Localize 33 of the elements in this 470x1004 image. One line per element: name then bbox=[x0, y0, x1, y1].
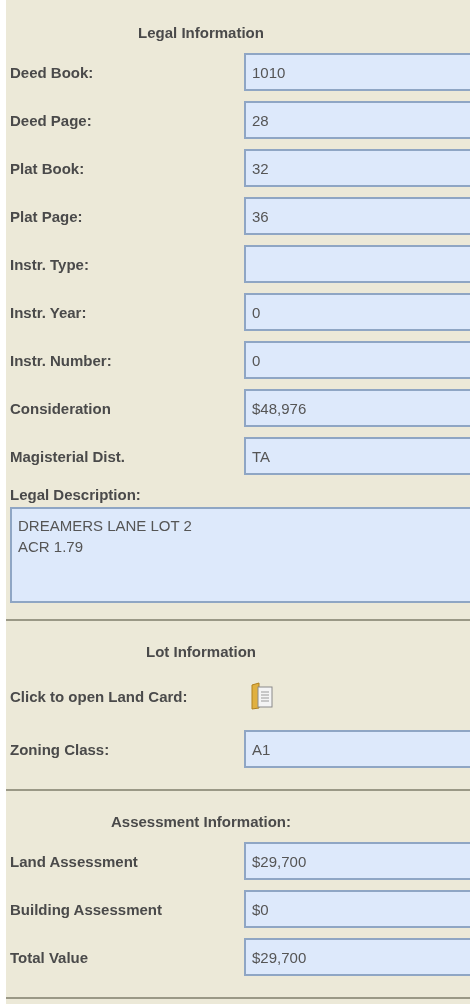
field-label: Building Assessment bbox=[9, 900, 163, 918]
section-title: Lot Information bbox=[145, 643, 257, 660]
field-label: Plat Book: bbox=[9, 159, 86, 177]
field-label: Total Value bbox=[9, 948, 90, 966]
field-label: Plat Page: bbox=[9, 207, 84, 225]
field-label: Magisterial Dist. bbox=[9, 447, 127, 465]
field-label: Deed Book: bbox=[9, 63, 95, 81]
field-label: Consideration bbox=[9, 399, 112, 417]
input-field[interactable]: 0 bbox=[244, 341, 470, 379]
input-field[interactable]: 32 bbox=[244, 149, 470, 187]
input-field[interactable] bbox=[244, 245, 470, 283]
field-label: Deed Page: bbox=[9, 111, 93, 129]
input-field[interactable]: $0 bbox=[244, 890, 470, 928]
field-label: Instr. Year: bbox=[9, 303, 88, 321]
field-label: Instr. Number: bbox=[9, 351, 113, 369]
field-label: Click to open Land Card: bbox=[9, 687, 189, 705]
field-label: Instr. Type: bbox=[9, 255, 90, 273]
input-field[interactable]: 0 bbox=[244, 293, 470, 331]
input-field[interactable]: $29,700 bbox=[244, 842, 470, 880]
text-area[interactable]: DREAMERS LANE LOT 2 ACR 1.79 bbox=[10, 507, 470, 603]
field-label: Legal Description: bbox=[9, 486, 142, 503]
input-field[interactable]: 28 bbox=[244, 101, 470, 139]
input-field[interactable]: 1010 bbox=[244, 53, 470, 91]
section-title: Assessment Information: bbox=[109, 813, 292, 830]
section-title: Legal Information bbox=[137, 24, 265, 41]
input-field[interactable]: $29,700 bbox=[244, 938, 470, 976]
field-label: Zoning Class: bbox=[9, 740, 111, 758]
input-field[interactable]: A1 bbox=[244, 730, 470, 768]
input-field[interactable]: TA bbox=[244, 437, 470, 475]
field-label: Land Assessment bbox=[9, 852, 139, 870]
input-field[interactable]: $48,976 bbox=[244, 389, 470, 427]
document-icon[interactable] bbox=[250, 682, 274, 710]
input-field[interactable]: 36 bbox=[244, 197, 470, 235]
